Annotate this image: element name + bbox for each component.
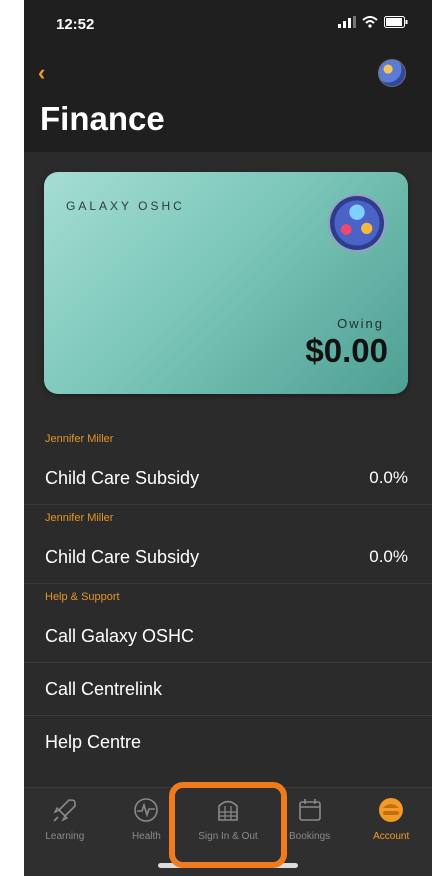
tab-learning[interactable]: Learning [25, 788, 105, 876]
card-brand: GALAXY OSHC [66, 199, 185, 213]
row-label: Call Galaxy OSHC [45, 625, 195, 646]
signal-icon [338, 16, 356, 28]
back-button[interactable]: ‹ [38, 60, 45, 86]
status-icons [338, 16, 408, 28]
section-label-child-1: Jennifer Miller [45, 433, 114, 445]
app-screen: 12:52 ‹ Finance GALAXY OSHC Owing $0.00 … [24, 0, 432, 876]
heartbeat-icon [134, 798, 159, 822]
call-centrelink-row[interactable]: Call Centrelink [24, 663, 432, 716]
section-label-help: Help & Support [45, 591, 120, 603]
row-value: 0.0% [369, 468, 408, 487]
row-label: Call Centrelink [45, 678, 163, 699]
row-label: Child Care Subsidy [45, 467, 200, 488]
highlight-annotation [169, 782, 287, 868]
tab-label: Learning [45, 831, 85, 842]
section-label-child-2: Jennifer Miller [45, 512, 114, 524]
card-logo [328, 194, 386, 252]
chevron-left-icon: ‹ [38, 60, 46, 85]
owing-amount: $0.00 [305, 332, 388, 369]
profile-avatar[interactable] [378, 59, 406, 87]
child-care-subsidy-row-1[interactable]: Child Care Subsidy 0.0% [24, 452, 432, 505]
rocket-icon [53, 799, 76, 822]
row-label: Child Care Subsidy [45, 546, 200, 567]
finance-list: Jennifer Miller Child Care Subsidy 0.0% … [24, 426, 432, 768]
owing-label: Owing [337, 316, 384, 331]
page-title: Finance [40, 100, 165, 137]
call-galaxy-oshc-row[interactable]: Call Galaxy OSHC [24, 610, 432, 663]
help-centre-row[interactable]: Help Centre [24, 716, 432, 768]
account-icon [379, 798, 404, 822]
wifi-icon [362, 16, 378, 28]
battery-icon [384, 16, 408, 28]
balance-card: GALAXY OSHC Owing $0.00 [44, 172, 408, 394]
tab-account[interactable]: Account [351, 788, 431, 876]
row-value: 0.0% [369, 547, 408, 566]
child-care-subsidy-row-2[interactable]: Child Care Subsidy 0.0% [24, 531, 432, 584]
calendar-icon [298, 799, 321, 821]
status-time: 12:52 [56, 16, 95, 33]
tab-label: Account [373, 831, 410, 842]
row-label: Help Centre [45, 731, 142, 752]
